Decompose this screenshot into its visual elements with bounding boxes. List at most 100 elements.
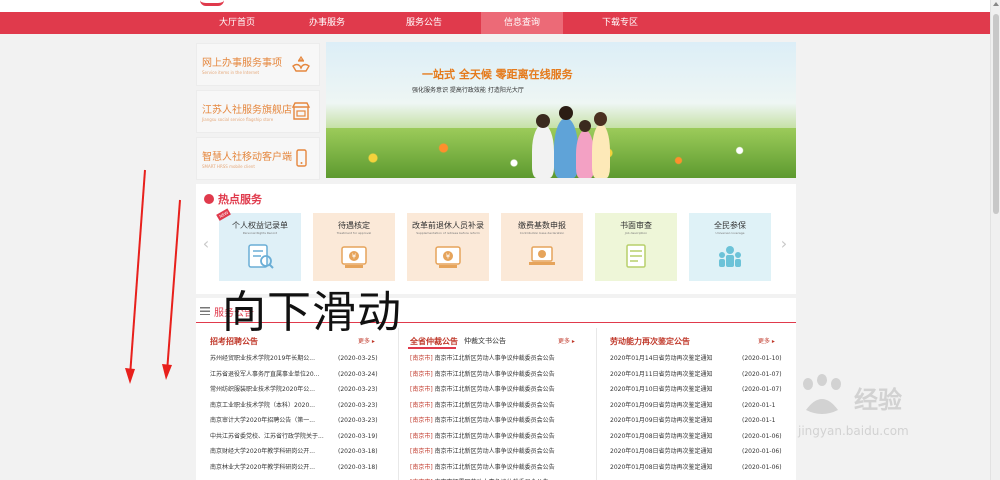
notice-row-text: 2020年01月10日省劳动再次鉴定通知	[610, 386, 713, 393]
service-online-items[interactable]: 网上办事服务事项 Service items in the Internet	[196, 43, 320, 86]
notice-row[interactable]: [南京市] 南京市江北新区劳动人事争议仲裁委员会公告	[410, 432, 555, 442]
nav-services[interactable]: 办事服务	[286, 12, 368, 34]
service-title: 智慧人社移动客户端	[202, 152, 292, 163]
notice-row-date: (2020-03-24)	[338, 370, 378, 378]
card-title: 书面审查	[620, 221, 652, 230]
notice-row[interactable]: [南京市] 南京市江北新区劳动人事争议仲裁委员会公告	[410, 385, 555, 395]
notice-row[interactable]: 江苏省退役军人事务厅直属事业单位20... (2020-03-24)	[210, 370, 378, 380]
hands-service-icon	[292, 55, 310, 72]
notice-row-text: 南京林业大学2020年教学科研岗公开...	[210, 463, 315, 471]
col-appraisal-more-link[interactable]: 更多 ▸	[758, 336, 775, 345]
notice-row-date: (2020-03-19)	[338, 432, 378, 440]
hot-card-rights-record[interactable]: NEW 个人权益记录单 Personal Rights Record	[216, 208, 301, 281]
main-nav: 大厅首页 办事服务 服务公告 信息查询 下载专区	[0, 12, 990, 34]
region-tag: [南京市]	[410, 432, 433, 440]
card-subtitle: Universal coverage	[715, 231, 745, 235]
notice-row-date: (2020-01-06)	[742, 432, 782, 440]
site-logo[interactable]	[200, 0, 224, 6]
tab-arbitration-docs[interactable]: 仲裁文书公告	[464, 336, 506, 346]
notice-row[interactable]: 苏州经贸职业技术学院2019年长期公... (2020-03-25)	[210, 354, 378, 364]
notice-row-text: 南京审计大学2020年招聘公告（第一...	[210, 417, 315, 424]
money-bag-icon: ¥	[341, 246, 367, 268]
notice-row-date: (2020-03-23)	[338, 401, 378, 409]
notice-row-text: 南京市江北新区劳动人事争议仲裁委员会公告	[434, 401, 555, 409]
notice-row[interactable]: 南京工业职业技术学院（本科）2020... (2020-03-23)	[210, 401, 378, 411]
storefront-icon	[291, 102, 311, 120]
svg-text:¥: ¥	[446, 253, 451, 261]
notice-row-date: (2020-01-1	[742, 417, 776, 424]
notice-row-text: 2020年01月09日省劳动再次鉴定通知	[610, 417, 713, 424]
notice-row[interactable]: 2020年01月09日省劳动再次鉴定通知 (2020-01-1	[610, 416, 775, 426]
notice-row[interactable]: 2020年01月08日省劳动再次鉴定通知 (2020-01-06)	[610, 463, 782, 473]
notice-row[interactable]: 中共江苏省委党校、江苏省行政学院关于... (2020-03-19)	[210, 432, 378, 442]
arrow-head-icon	[162, 364, 172, 380]
notice-row[interactable]: 2020年01月11日省劳动再次鉴定通知 (2020-01-07)	[610, 370, 782, 380]
region-tag: [南京市]	[410, 355, 433, 362]
hot-card-universal-coverage[interactable]: 全民参保 Universal coverage	[689, 213, 771, 281]
notice-row-date: (2020-01-07)	[742, 386, 782, 393]
region-tag: [南京市]	[410, 386, 433, 393]
notice-row[interactable]: [南京市] 南京市江北新区劳动人事争议仲裁委员会公告	[410, 447, 555, 457]
notice-row[interactable]: [南京市] 南京市江北新区劳动人事争议仲裁委员会公告	[410, 416, 555, 426]
notice-row[interactable]: [南京市] 南京市江北新区劳动人事争议仲裁委员会公告	[410, 370, 555, 380]
card-subtitle: Supplementation of retirees before refor…	[416, 231, 480, 235]
notice-row[interactable]: [南京市] 南京市江北新区劳动人事争议仲裁委员会公告	[410, 401, 555, 411]
banner-title: 一站式 全天候 零距离在线服务	[422, 68, 573, 81]
money-bag-icon: ¥	[435, 246, 461, 268]
arrow-head-icon	[125, 368, 135, 384]
col-appraisal-title[interactable]: 劳动能力再次鉴定公告	[610, 336, 690, 347]
col-arbitration-more-link[interactable]: 更多 ▸	[558, 336, 575, 345]
notice-row-text: 南京市江北新区劳动人事争议仲裁委员会公告	[434, 448, 555, 455]
watermark-url: jingyan.baidu.com	[798, 424, 909, 438]
hot-card-written-review[interactable]: 书面审查 Job description	[595, 213, 677, 281]
notice-row[interactable]: 南京林业大学2020年教学科研岗公开... (2020-03-18)	[210, 463, 378, 473]
service-flagship-store[interactable]: 江苏人社服务旗舰店 Jiangsu social service flagshi…	[196, 90, 320, 133]
document-search-icon	[248, 244, 274, 269]
notice-row[interactable]: [南京市] 南京市江北新区劳动人事争议仲裁委员会公告	[410, 463, 555, 473]
service-mobile-client[interactable]: 智慧人社移动客户端 SMART HRSS mobile client	[196, 137, 320, 180]
nav-announcements[interactable]: 服务公告	[383, 12, 465, 34]
banner-subtitle: 强化服务意识 提高行政效能 打造阳光大厅	[412, 87, 524, 94]
notice-row-date: (2020-01-07)	[742, 370, 782, 378]
service-subtitle: Jiangsu social service flagship store	[202, 117, 274, 122]
hot-card-retiree-supplement[interactable]: 改革前退休人员补录 Supplementation of retirees be…	[407, 213, 489, 281]
notice-row-text: 南京市江北新区劳动人事争议仲裁委员会公告	[434, 463, 555, 471]
notice-row-date: (2020-01-06)	[742, 448, 782, 455]
notice-row[interactable]: 2020年01月08日省劳动再次鉴定通知 (2020-01-06)	[610, 447, 782, 457]
service-subtitle: SMART HRSS mobile client	[202, 164, 255, 169]
notice-row[interactable]: 2020年01月14日省劳动再次鉴定通知 (2020-01-10)	[610, 354, 782, 364]
notice-row[interactable]: 2020年01月09日省劳动再次鉴定通知 (2020-01-1	[610, 401, 775, 411]
new-badge: NEW	[216, 208, 232, 221]
nav-info-query[interactable]: 信息查询	[481, 12, 563, 34]
paper-review-icon	[626, 244, 646, 268]
vertical-scrollbar[interactable]	[990, 0, 1000, 480]
notice-row[interactable]: 常州纺织服装职业技术学院2020年公... (2020-03-23)	[210, 385, 378, 395]
service-title: 江苏人社服务旗舰店	[202, 105, 292, 116]
notice-row[interactable]: 南京财经大学2020年教学科研岗公开... (2020-03-18)	[210, 447, 378, 457]
notice-row[interactable]: 南京审计大学2020年招聘公告（第一... (2020-03-23)	[210, 416, 378, 426]
notice-row-text: 中共江苏省委党校、江苏省行政学院关于...	[210, 432, 324, 440]
mobile-phone-icon	[296, 149, 307, 167]
notice-row-date: (2020-03-23)	[338, 417, 378, 424]
scrollbar-thumb[interactable]	[993, 14, 999, 214]
nav-downloads[interactable]: 下载专区	[579, 12, 661, 34]
people-group-icon	[719, 246, 741, 267]
notice-row-text: 南京市江北新区劳动人事争议仲裁委员会公告	[434, 386, 555, 393]
paw-logo-icon	[803, 374, 841, 414]
hero-banner[interactable]: 一站式 全天候 零距离在线服务 强化服务意识 提高行政效能 打造阳光大厅	[326, 42, 796, 178]
notice-row[interactable]: 2020年01月08日省劳动再次鉴定通知 (2020-01-06)	[610, 432, 782, 442]
region-tag: [南京市]	[410, 417, 433, 424]
notice-row-text: 2020年01月08日省劳动再次鉴定通知	[610, 448, 713, 455]
carousel-prev-button[interactable]: ‹	[200, 234, 212, 254]
carousel-next-button[interactable]: ›	[778, 234, 790, 254]
notice-row[interactable]: [南京市] 南京市江北新区劳动人事争议仲裁委员会公告	[410, 354, 555, 364]
hot-card-contribution-base[interactable]: 缴费基数申报 Contribution base declaration	[501, 213, 583, 281]
notice-row[interactable]: 2020年01月10日省劳动再次鉴定通知 (2020-01-07)	[610, 385, 782, 395]
col-arbitration-title[interactable]: 全省仲裁公告	[410, 336, 458, 347]
notice-row-text: 苏州经贸职业技术学院2019年长期公...	[210, 355, 315, 362]
scroll-up-arrow-icon[interactable]	[993, 2, 999, 6]
hot-service-icon	[204, 194, 214, 204]
notice-row-date: (2020-01-06)	[742, 463, 782, 471]
hot-card-treatment-approval[interactable]: 待遇核定 Treatment for approval ¥	[313, 213, 395, 281]
nav-home[interactable]: 大厅首页	[196, 12, 278, 34]
